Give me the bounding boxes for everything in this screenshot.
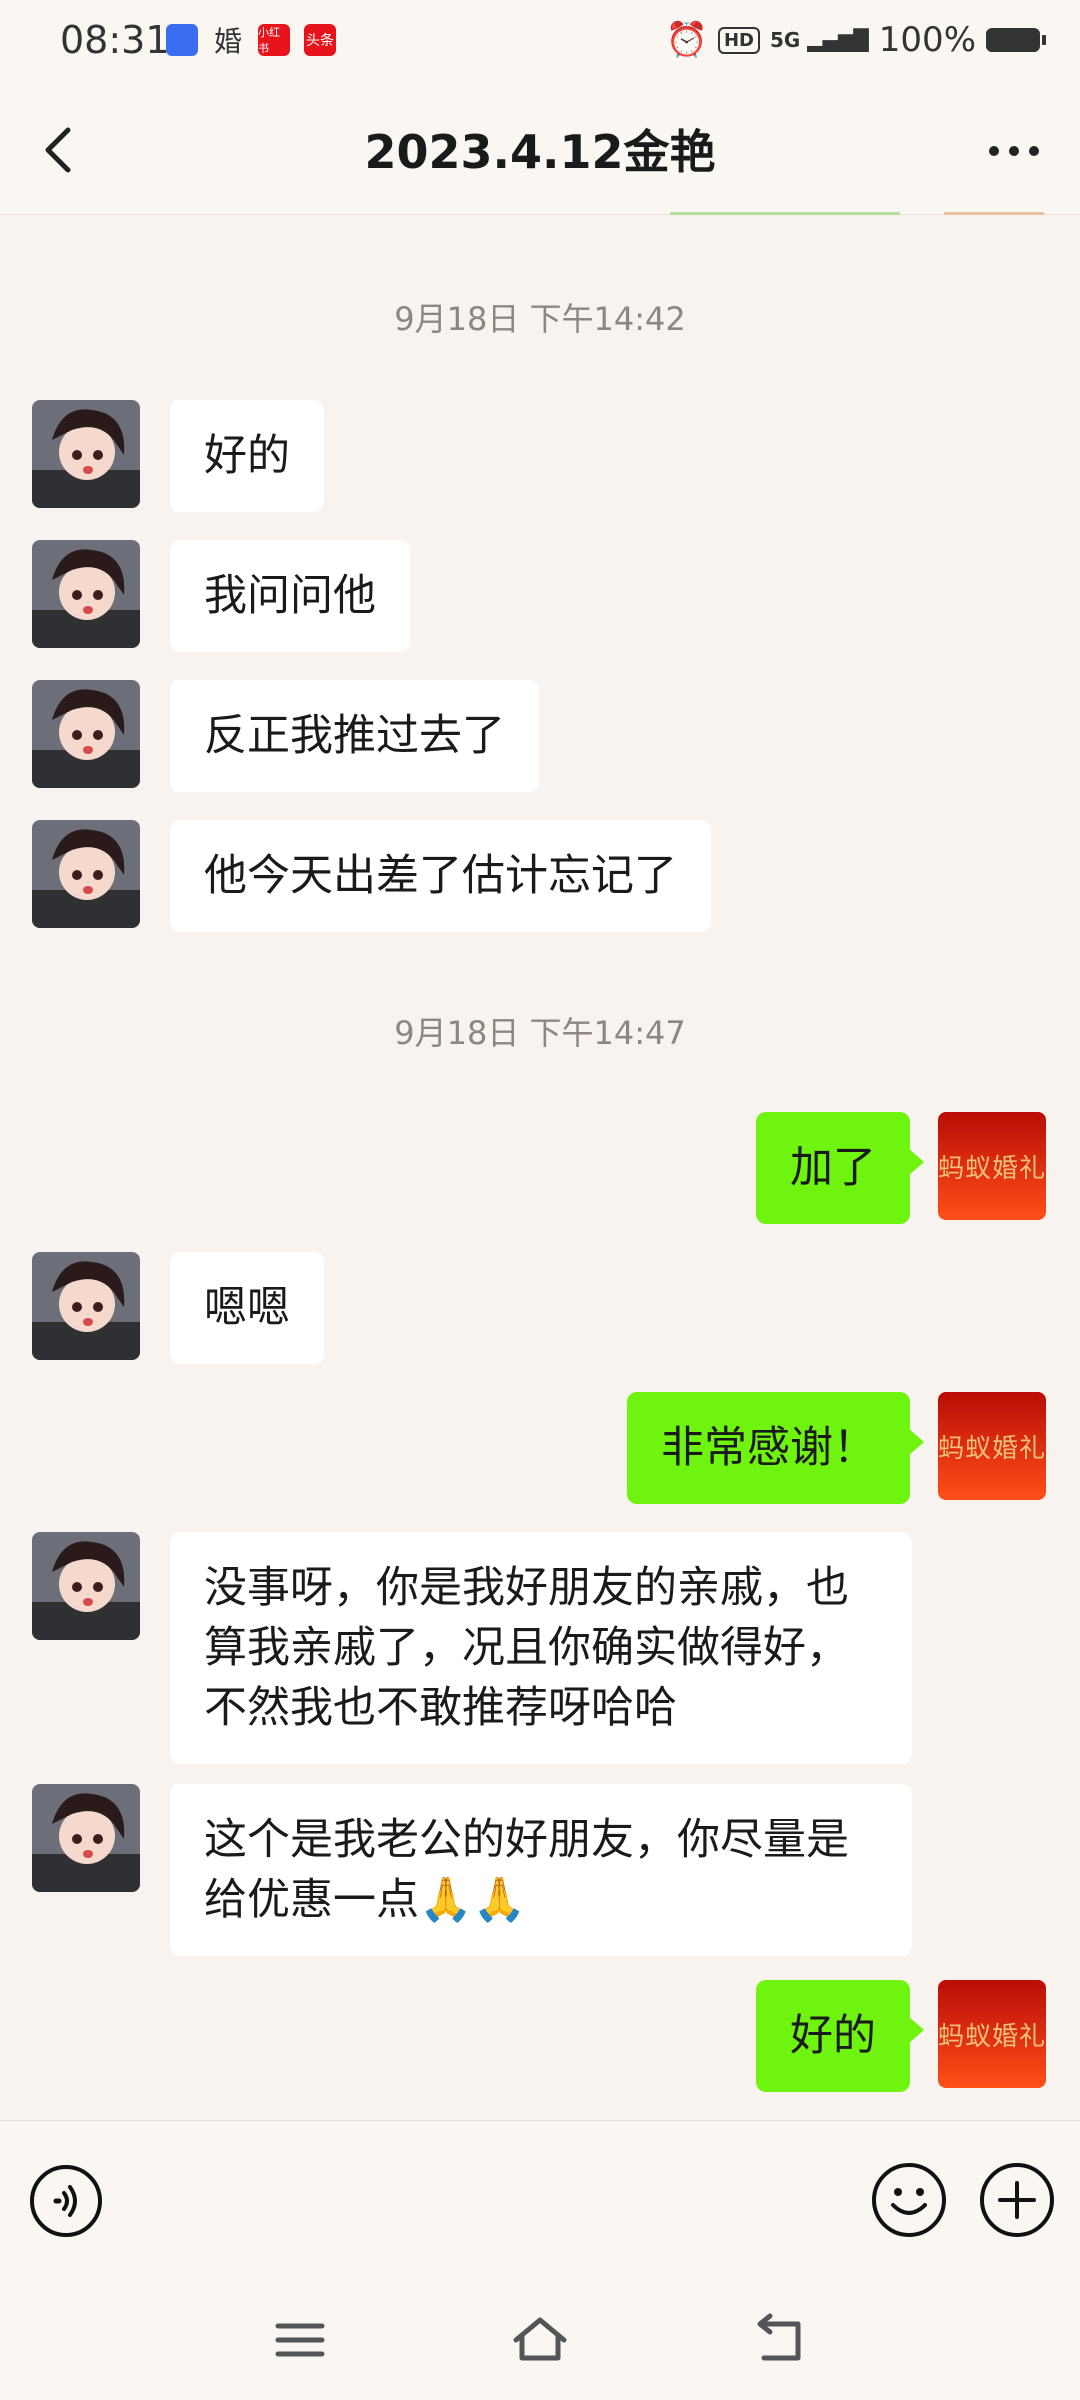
header-accent-orange: [944, 212, 1044, 215]
battery-icon: [986, 28, 1046, 52]
incoming-message[interactable]: 反正我推过去了: [170, 680, 539, 792]
contact-avatar[interactable]: [32, 1252, 140, 1360]
chat-header: 2023.4.12金艳: [0, 86, 1080, 215]
incoming-message[interactable]: 嗯嗯: [170, 1252, 324, 1364]
alarm-icon: ⏰: [665, 20, 708, 60]
chat-title: 2023.4.12金艳: [364, 125, 716, 179]
contact-avatar[interactable]: [32, 1532, 140, 1640]
brand-logo-text: 蚂蚁婚礼: [938, 2021, 1046, 2052]
xiaohongshu-icon: 小红书: [258, 24, 290, 56]
toutiao-icon: 头条: [304, 24, 336, 56]
back-icon[interactable]: [750, 2310, 810, 2370]
my-avatar[interactable]: 蚂蚁婚礼: [938, 1392, 1046, 1500]
incoming-message[interactable]: 他今天出差了估计忘记了: [170, 820, 711, 932]
contact-avatar[interactable]: [32, 820, 140, 928]
outgoing-message[interactable]: 好的: [756, 1980, 924, 2092]
incoming-message[interactable]: 这个是我老公的好朋友，你尽量是给优惠一点🙏🙏: [170, 1784, 912, 1956]
contact-avatar[interactable]: [32, 400, 140, 508]
timestamp: 9月18日 下午14:42: [394, 300, 686, 338]
emoji-icon[interactable]: [870, 2161, 948, 2239]
status-right: ⏰ HD 5G ▂▄▆█ 100%: [665, 20, 1046, 60]
network-signal: 5G ▂▄▆█: [769, 28, 869, 52]
incoming-message[interactable]: 我问问他: [170, 540, 410, 652]
system-nav-bar: [0, 2280, 1080, 2400]
my-avatar[interactable]: 蚂蚁婚礼: [938, 1112, 1046, 1220]
input-bar: [0, 2120, 1080, 2281]
brand-logo-text: 蚂蚁婚礼: [938, 1153, 1046, 1184]
wedding-app-icon: 婚: [213, 25, 242, 58]
my-avatar[interactable]: 蚂蚁婚礼: [938, 1980, 1046, 2088]
contact-avatar[interactable]: [32, 540, 140, 648]
incoming-message[interactable]: 好的: [170, 400, 324, 512]
header-accent-green: [670, 212, 900, 215]
plus-icon[interactable]: [978, 2161, 1056, 2239]
menu-icon[interactable]: [270, 2310, 330, 2370]
outgoing-message[interactable]: 非常感谢！: [627, 1392, 924, 1504]
hd-badge: HD: [717, 26, 760, 54]
more-dots-icon[interactable]: [984, 126, 1044, 176]
incoming-message[interactable]: 没事呀，你是我好朋友的亲戚，也算我亲戚了，况且你确实做得好，不然我也不敢推荐呀哈…: [170, 1532, 912, 1764]
outgoing-message[interactable]: 加了: [756, 1112, 924, 1224]
battery-percent: 100%: [878, 20, 976, 60]
voice-icon[interactable]: [28, 2163, 104, 2239]
status-time: 08:31: [60, 18, 170, 62]
status-app-icons: 婚 小红书 头条: [166, 24, 336, 58]
status-bar: 08:31 婚 小红书 头条 ⏰ HD 5G ▂▄▆█ 100%: [0, 0, 1080, 86]
video-app-icon: [166, 24, 198, 56]
contact-avatar[interactable]: [32, 680, 140, 788]
contact-avatar[interactable]: [32, 1784, 140, 1892]
home-icon[interactable]: [510, 2310, 570, 2370]
brand-logo-text: 蚂蚁婚礼: [938, 1433, 1046, 1464]
timestamp: 9月18日 下午14:47: [394, 1014, 686, 1052]
